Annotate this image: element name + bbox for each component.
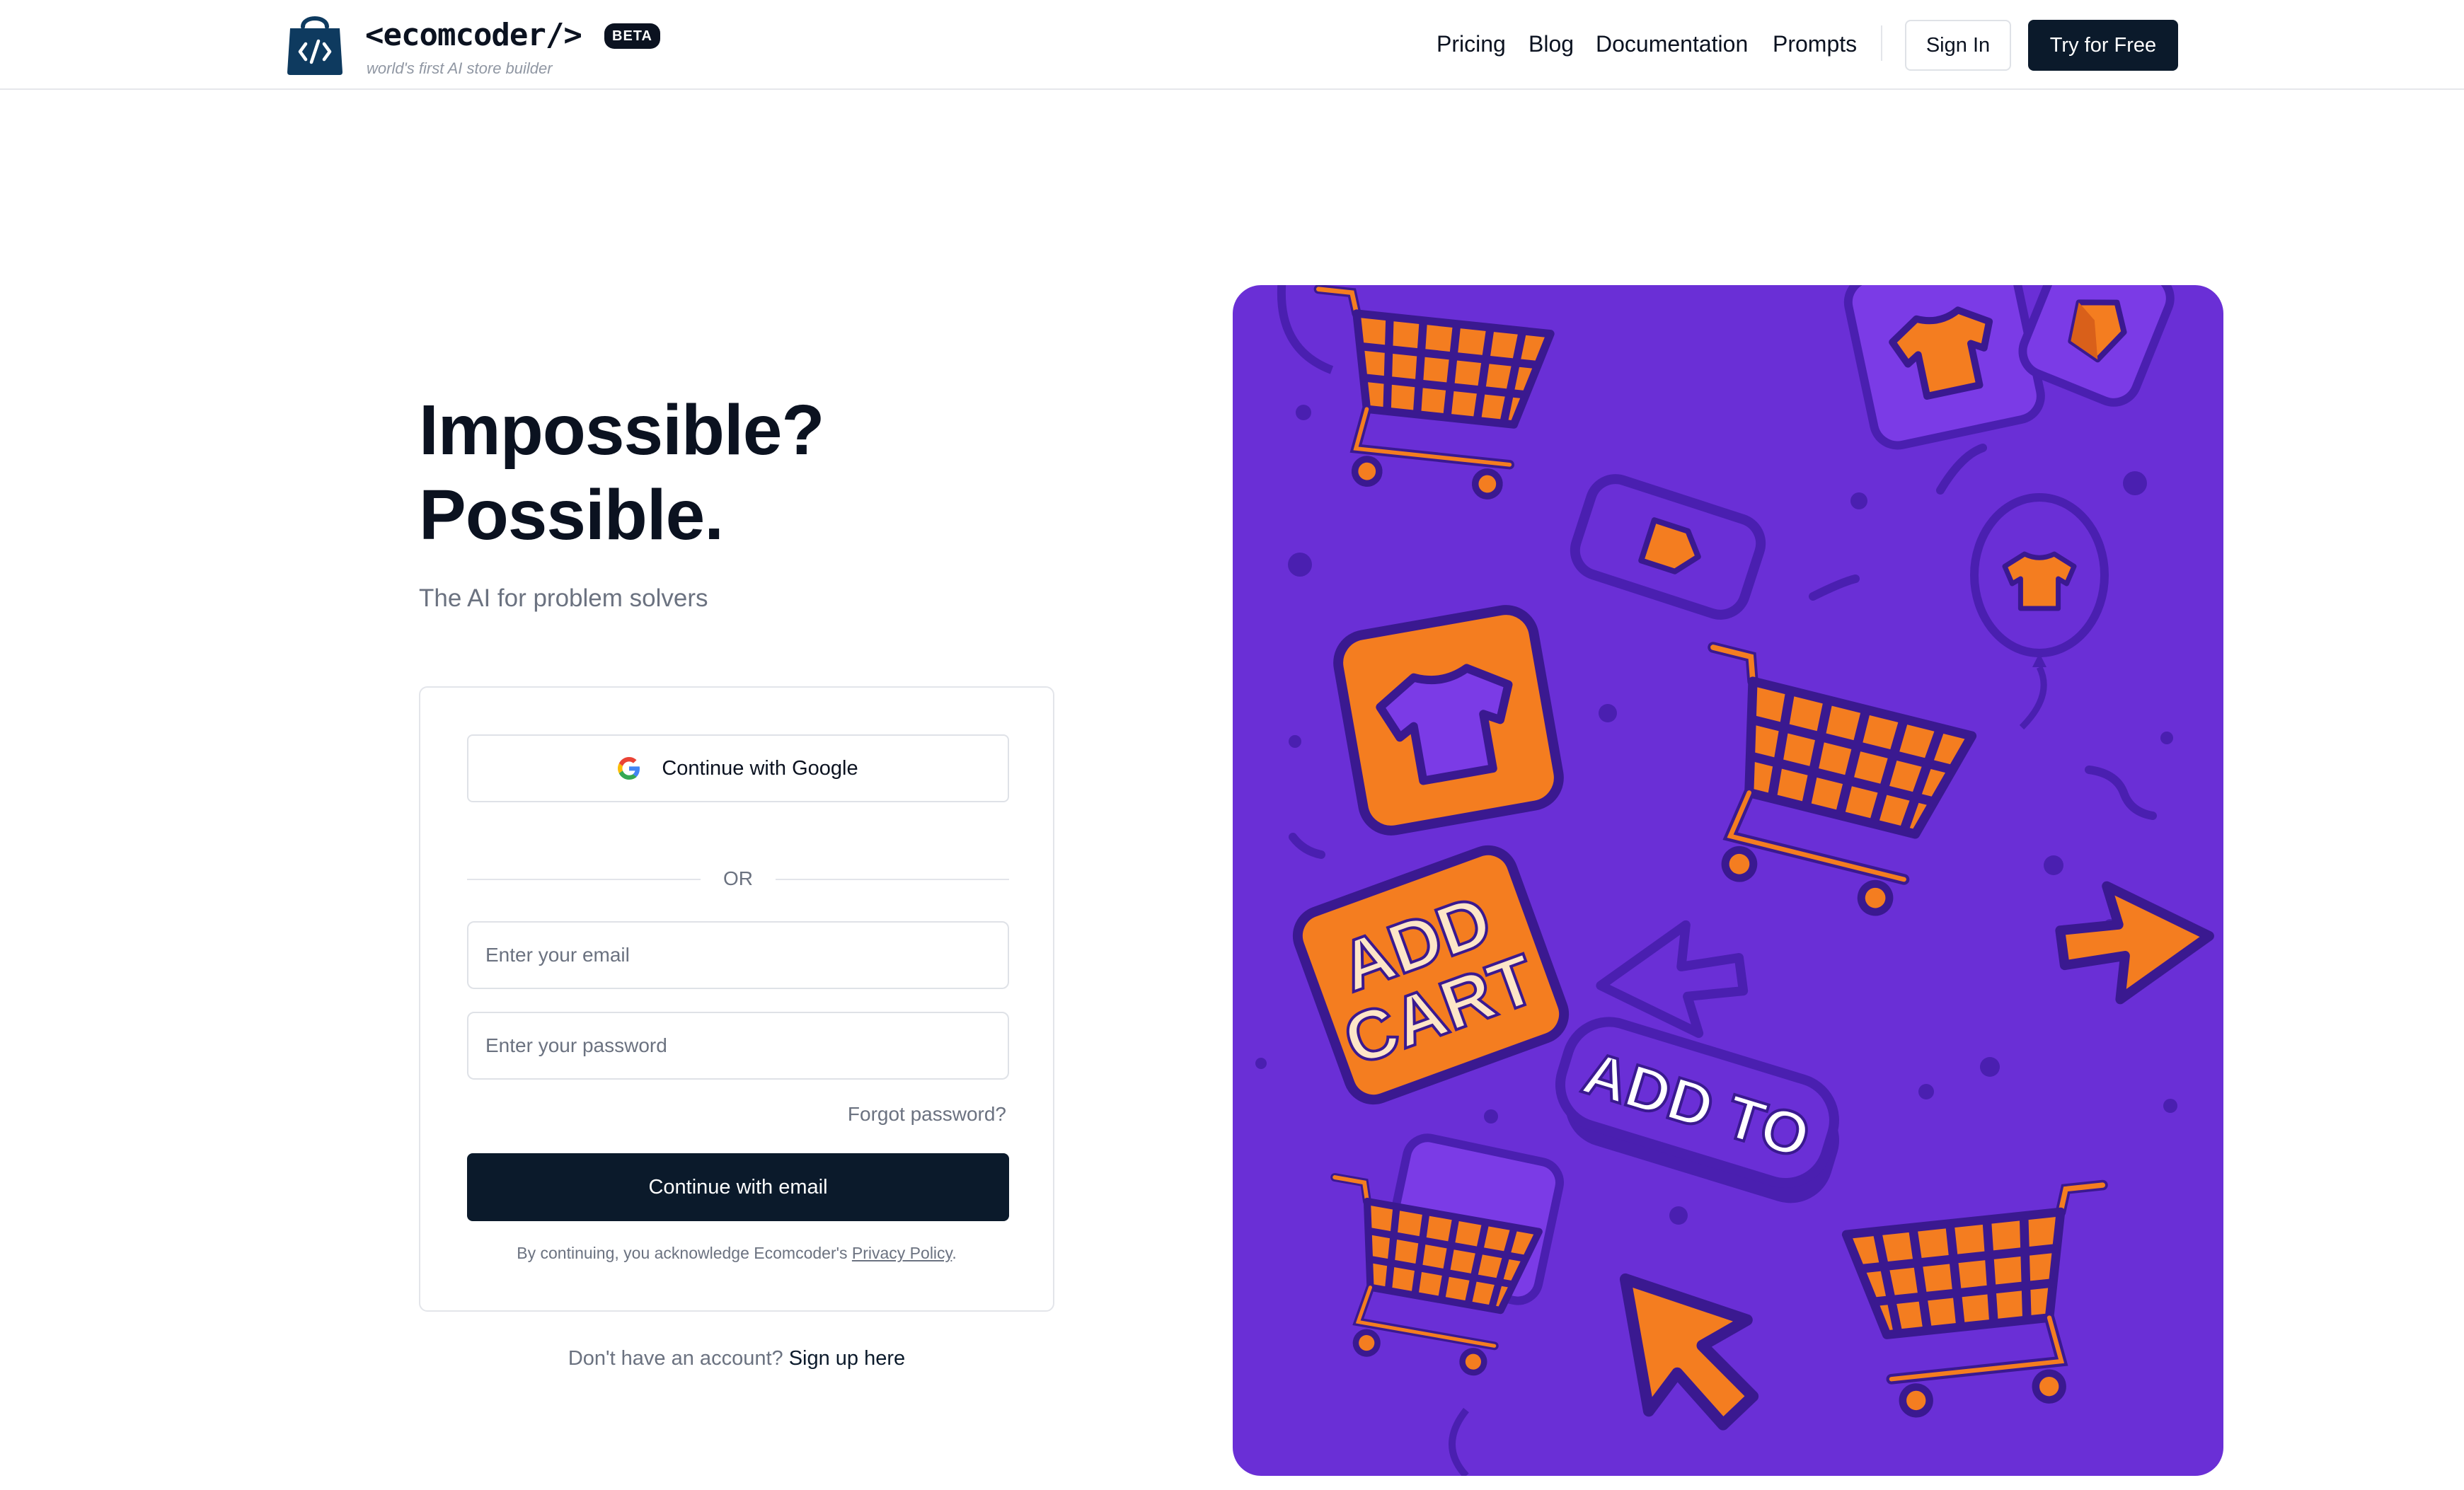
cart-cord (1449, 1407, 1469, 1476)
cursor-arrow-right-icon (2045, 873, 2209, 1022)
legal-notice: By continuing, you acknowledge Ecomcoder… (420, 1244, 1053, 1263)
ecommerce-illustration: ADD CART ADD TO (1233, 285, 2223, 1476)
nav-link-blog[interactable]: Blog (1529, 31, 1574, 57)
divider-line-right (776, 879, 1009, 880)
shopping-bag-code-icon (287, 16, 342, 75)
top-navigation: <ecomcoder/> BETA world's first AI store… (0, 0, 2464, 90)
continue-with-google-button[interactable]: Continue with Google (467, 734, 1009, 802)
password-input[interactable] (467, 1012, 1009, 1080)
tshirt-tile-orange (1333, 605, 1564, 836)
bag-handle-shape (1277, 285, 1334, 374)
sign-up-link[interactable]: Sign up here (789, 1347, 905, 1370)
add-to-sticker: ADD TO (1555, 1017, 1839, 1203)
legal-suffix: . (952, 1244, 957, 1262)
email-input[interactable] (467, 921, 1009, 989)
nav-divider (1881, 25, 1882, 61)
balloon-tshirt (1970, 493, 2109, 730)
nav-link-documentation[interactable]: Documentation (1596, 31, 1748, 57)
legal-text: By continuing, you acknowledge Ecomcoder… (517, 1244, 848, 1262)
tshirt-tile-top (1843, 285, 2045, 450)
or-divider: OR (467, 867, 1009, 890)
brand-logo[interactable]: <ecomcoder/> BETA world's first AI store… (284, 11, 681, 82)
illustration-canvas: ADD CART ADD TO (1255, 285, 2223, 1476)
shopping-cart-icon-bottom-right (1844, 1185, 2124, 1419)
beta-badge: BETA (604, 23, 660, 49)
nav-link-pricing[interactable]: Pricing (1437, 31, 1506, 57)
forgot-password-link[interactable]: Forgot password? (848, 1103, 1006, 1126)
title-line-1: Impossible? (419, 391, 824, 470)
page-subtitle: The AI for problem solvers (419, 584, 708, 612)
google-button-label: Continue with Google (662, 756, 858, 780)
page-title: Impossible? Possible. (419, 388, 824, 558)
brand-name: <ecomcoder/> (365, 17, 582, 53)
try-for-free-button[interactable]: Try for Free (2028, 20, 2178, 71)
sign-in-button[interactable]: Sign In (1905, 20, 2011, 71)
cursor-arrow-bottom-icon (1625, 1263, 1761, 1435)
shopping-cart-icon-center (1660, 647, 1977, 925)
google-icon (618, 757, 640, 780)
signup-prompt-text: Don't have an account? (568, 1347, 783, 1370)
continue-with-email-button[interactable]: Continue with email (467, 1153, 1009, 1221)
brand-tagline: world's first AI store builder (367, 59, 553, 77)
signup-prompt: Don't have an account? Sign up here (419, 1347, 1054, 1370)
shopping-cart-icon-top (1299, 289, 1552, 501)
price-tag-chip (1570, 474, 1766, 620)
title-line-2: Possible. (419, 475, 724, 555)
nav-link-prompts[interactable]: Prompts (1773, 31, 1857, 57)
add-cart-sticker: ADD CART (1292, 845, 1570, 1105)
login-card: Continue with Google OR Forgot password?… (419, 686, 1054, 1312)
privacy-policy-link[interactable]: Privacy Policy (852, 1244, 952, 1262)
